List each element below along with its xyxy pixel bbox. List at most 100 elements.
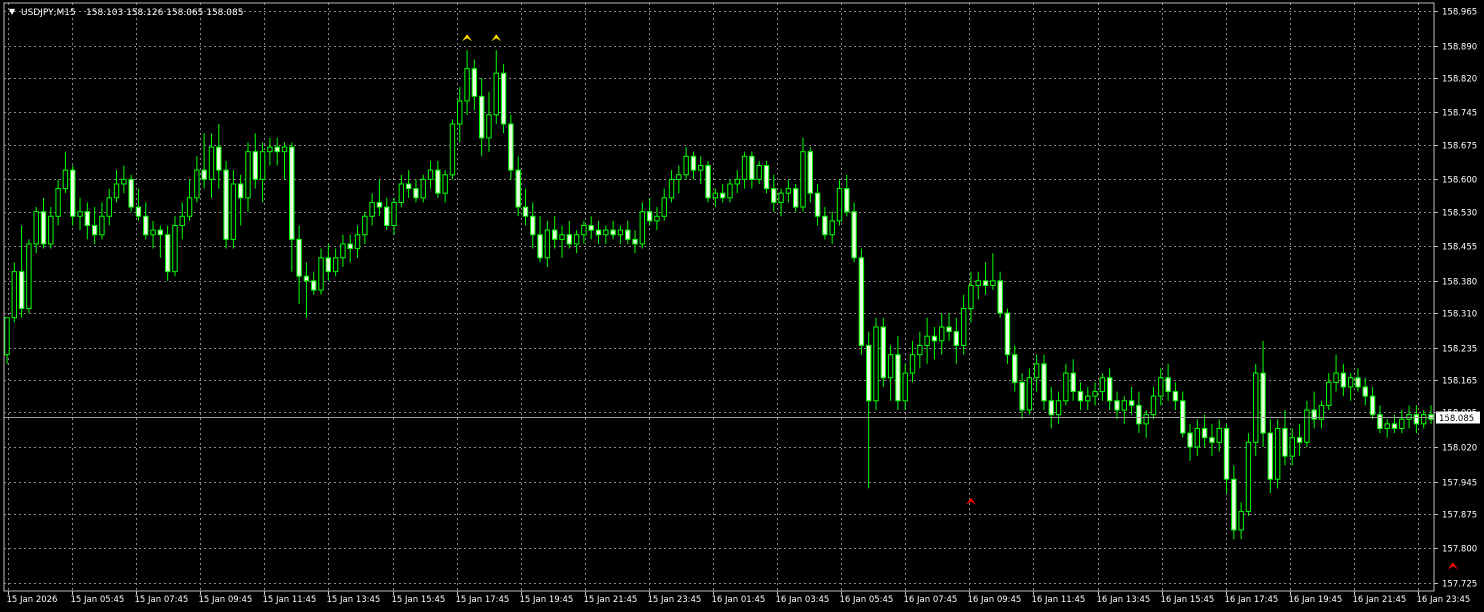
- candle-body-bull: [106, 197, 112, 217]
- candle-body-bull: [230, 183, 237, 240]
- price-tick-label: 157.875: [1442, 511, 1477, 521]
- candle: [1253, 363, 1259, 457]
- chart-header: ▼ USDJPY,M15 158.103 158.126 158.065 158…: [9, 7, 243, 18]
- candle-body-bear: [471, 68, 478, 97]
- candle-body-bull: [1194, 427, 1201, 448]
- time-tick-label: 15 Jan 07:45: [135, 595, 189, 605]
- price-tick-label: 158.095: [1442, 409, 1477, 419]
- chart-window[interactable]: 158.085 158.965 158.890 158.820 158.745 158.…: [0, 0, 1484, 608]
- candle-body-bull: [661, 197, 667, 217]
- candle-body-bull: [668, 178, 675, 199]
- candle-body-bull: [332, 257, 339, 273]
- candle-body-bear: [1428, 414, 1434, 420]
- price-tick-label: 157.725: [1442, 580, 1477, 590]
- price-tick-label: 158.745: [1442, 109, 1477, 119]
- candle-body-bull: [26, 243, 32, 310]
- price-tick-label: 157.945: [1442, 479, 1477, 489]
- candle-body-bear: [347, 243, 353, 250]
- candle-body-bull: [33, 211, 39, 245]
- candle-body-bear: [588, 225, 594, 231]
- candle-body-bear: [566, 234, 572, 245]
- time-tick-label: 16 Jan 09:45: [968, 595, 1022, 605]
- price-tick-label: 158.310: [1442, 310, 1477, 320]
- candle-body-bear: [1296, 437, 1303, 443]
- candle-body-bear: [274, 146, 280, 153]
- candle: [70, 165, 76, 226]
- time-tick-label: 15 Jan 05:45: [71, 595, 125, 605]
- time-tick-label: 16 Jan 19:45: [1289, 595, 1343, 605]
- candle-body-bull: [1333, 372, 1339, 383]
- candle: [1274, 419, 1281, 489]
- candle-body-bear: [1231, 478, 1237, 531]
- candle-body-bear: [537, 234, 543, 259]
- candle-body-bull: [99, 215, 105, 236]
- candle-body-bull: [975, 280, 981, 286]
- candle: [792, 183, 799, 212]
- candle-body-bear: [435, 169, 441, 194]
- candle-body-bull: [1150, 395, 1157, 416]
- chart-menu-icon[interactable]: ▼: [9, 7, 16, 16]
- candle-body-bear: [216, 146, 222, 171]
- candle-body-bull: [113, 183, 120, 199]
- candle-body-bull: [829, 220, 835, 236]
- price-tick-label: 158.455: [1442, 243, 1477, 253]
- candle-body-bull: [281, 146, 288, 153]
- candle-body-bear: [1004, 312, 1011, 356]
- candle: [26, 239, 32, 314]
- candle: [873, 317, 879, 411]
- candle-body-bull: [1158, 377, 1164, 397]
- candle-body-bear: [1012, 354, 1018, 383]
- candle-body-bear: [70, 169, 76, 217]
- candle-body-bear: [1362, 386, 1368, 397]
- candle-body-bull: [354, 234, 361, 250]
- candle-body-bear: [1172, 391, 1179, 402]
- candle-body-bear: [625, 229, 631, 240]
- candle-body-bull: [464, 68, 470, 102]
- candle-body-bull: [603, 229, 609, 236]
- candle-body-bull: [654, 215, 660, 222]
- candle: [449, 119, 456, 180]
- time-tick-label: 16 Jan 23:45: [1417, 595, 1471, 605]
- candle-body-bull: [1063, 372, 1069, 402]
- candle-body-bear: [814, 192, 821, 217]
- candle-body-bear: [1209, 437, 1215, 443]
- candle-body-bull: [1085, 395, 1091, 402]
- candle-body-bull: [493, 72, 499, 116]
- chart-background: [0, 0, 1484, 608]
- candle-body-bear: [982, 280, 989, 286]
- time-tick-label: 15 Jan 19:45: [520, 595, 574, 605]
- candle-body-bull: [559, 234, 565, 240]
- candle-body-bull: [1289, 437, 1295, 457]
- time-tick-label: 15 Jan 21:45: [584, 595, 638, 605]
- candle-body-bear: [478, 95, 485, 139]
- candle-body-bear: [201, 169, 207, 180]
- candle-body-bull: [785, 188, 792, 194]
- candle-body-bear: [763, 165, 770, 190]
- candle-body-bear: [135, 206, 142, 217]
- candle-body-bear: [1413, 414, 1420, 425]
- price-tick-label: 158.380: [1442, 278, 1477, 288]
- candle-body-bear: [792, 188, 799, 208]
- candle-body-bull: [727, 183, 733, 199]
- candle-body-bear: [749, 155, 755, 180]
- price-chart[interactable]: 158.085 158.965158.890158.820158.745158.…: [0, 0, 1484, 608]
- candle-body-bull: [77, 211, 83, 217]
- candle-body-bear: [822, 215, 828, 236]
- candle-body-bear: [128, 178, 134, 208]
- candle-body-bear: [1267, 432, 1274, 480]
- candle-body-bear: [1165, 377, 1171, 393]
- candle-body-bull: [62, 169, 69, 190]
- candle-body-bear: [1282, 427, 1288, 457]
- candle-body-bull: [676, 174, 682, 180]
- candle-body-bull: [1238, 511, 1244, 531]
- candle-body-bear: [223, 169, 229, 240]
- candle-body-bull: [573, 234, 580, 245]
- candle-body-bull: [208, 146, 215, 180]
- candle-body-bull: [48, 215, 54, 245]
- candle-body-bear: [515, 169, 521, 208]
- candle-body-bull: [186, 197, 193, 217]
- candle: [705, 160, 711, 203]
- candle-body-bull: [1406, 414, 1412, 420]
- candle: [851, 202, 857, 263]
- candle-body-bull: [1092, 391, 1098, 397]
